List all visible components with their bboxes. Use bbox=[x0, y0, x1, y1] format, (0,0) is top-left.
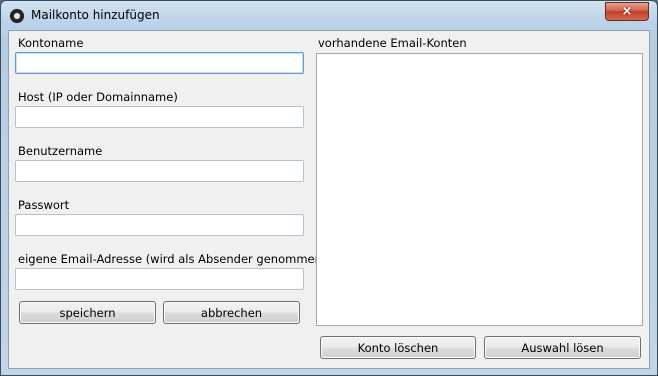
app-icon bbox=[10, 9, 24, 23]
accounts-listbox[interactable] bbox=[316, 53, 643, 326]
window-title: Mailkonto hinzufügen bbox=[31, 8, 160, 22]
sender-email-label: eigene Email-Adresse (wird als Absender … bbox=[18, 252, 327, 266]
close-icon: × bbox=[621, 4, 633, 19]
username-field[interactable] bbox=[15, 160, 304, 182]
sender-email-field[interactable] bbox=[15, 268, 304, 290]
host-field[interactable] bbox=[15, 106, 304, 128]
dialog-client-area: Kontoname Host (IP oder Domainname) Benu… bbox=[8, 30, 650, 369]
close-button[interactable]: × bbox=[605, 2, 649, 21]
password-label: Passwort bbox=[18, 198, 70, 212]
delete-account-button[interactable]: Konto löschen bbox=[320, 336, 476, 359]
sender-email-input[interactable] bbox=[16, 269, 303, 289]
host-input[interactable] bbox=[16, 107, 303, 127]
account-name-label: Kontoname bbox=[18, 36, 84, 50]
title-bar[interactable]: Mailkonto hinzufügen × bbox=[1, 1, 657, 29]
accounts-list-label: vorhandene Email-Konten bbox=[318, 36, 467, 50]
cancel-button[interactable]: abbrechen bbox=[163, 301, 300, 324]
username-input[interactable] bbox=[16, 161, 303, 181]
account-name-input[interactable] bbox=[16, 53, 303, 73]
host-label: Host (IP oder Domainname) bbox=[18, 90, 178, 104]
dialog-window: Mailkonto hinzufügen × Kontoname Host (I… bbox=[0, 0, 658, 376]
account-name-field[interactable] bbox=[15, 52, 304, 74]
password-input[interactable] bbox=[16, 215, 303, 235]
clear-selection-button[interactable]: Auswahl lösen bbox=[484, 336, 641, 359]
username-label: Benutzername bbox=[18, 144, 103, 158]
save-button[interactable]: speichern bbox=[19, 301, 156, 324]
password-field[interactable] bbox=[15, 214, 304, 236]
